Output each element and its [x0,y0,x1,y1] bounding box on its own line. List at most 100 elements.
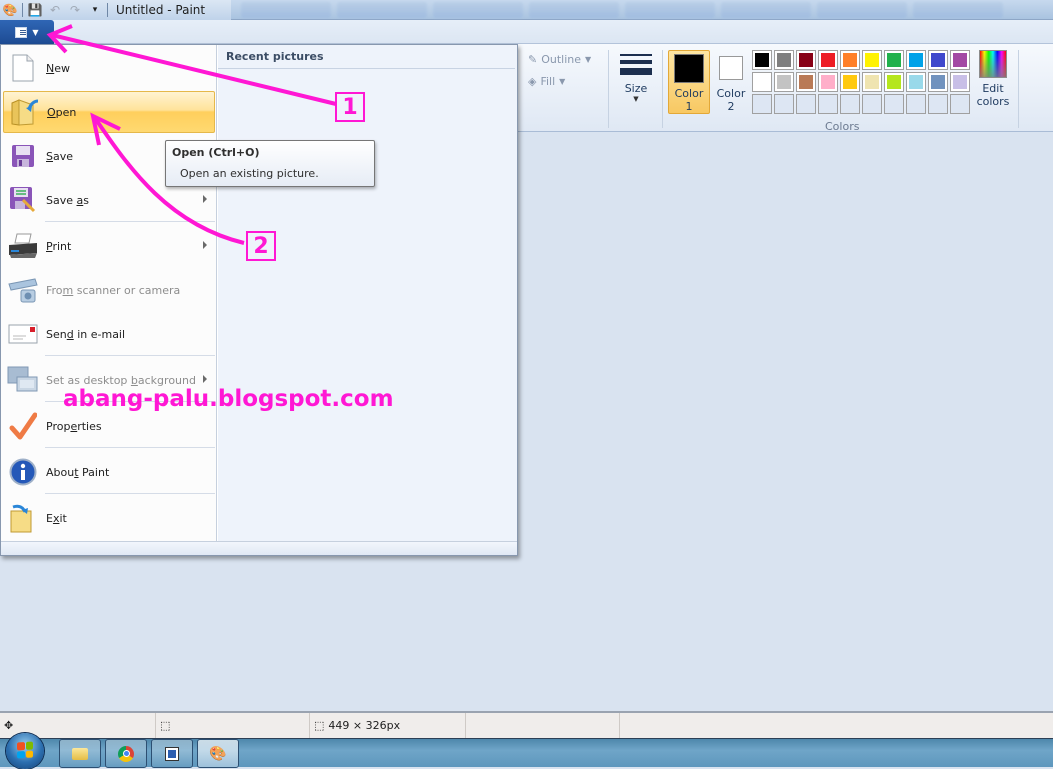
palette-empty-slot[interactable] [950,94,970,114]
swatch-color [931,53,945,67]
menu-item-send-in-e-mail[interactable]: Send in e-mail [3,313,215,355]
palette-swatch[interactable] [928,50,948,70]
palette-empty-slot[interactable] [906,94,926,114]
annotation-step-2: 2 [246,231,276,261]
palette-swatch[interactable] [774,50,794,70]
color1-swatch [674,54,704,83]
colors-group-label: Colors [825,120,860,133]
new-document-icon [7,52,39,84]
save-icon[interactable]: 💾 [27,2,43,18]
menu-separator [45,355,215,356]
paint-menu-button[interactable]: ▼ [0,20,54,44]
paint-app-icon[interactable]: 🎨 [2,2,18,18]
annotation-step-1: 1 [335,92,365,122]
customize-qat-icon[interactable]: ▾ [87,2,103,18]
menu-item-exit[interactable]: Exit [3,497,215,539]
palette-swatch[interactable] [884,72,904,92]
palette-swatch[interactable] [752,72,772,92]
menu-item-from-scanner-or-camera[interactable]: From scanner or camera [3,269,215,311]
size-button[interactable]: Size ▼ [614,48,658,130]
menu-separator [45,221,215,222]
watermark-text: abang-palu.blogspot.com [63,386,394,412]
status-bar: ✥ ⬚ ⬚ 449 × 326px [0,711,1053,738]
selection-size-cell: ⬚ [156,713,310,738]
blurred-tab [241,1,332,18]
palette-swatch[interactable] [818,72,838,92]
tooltip-title: Open (Ctrl+O) [172,146,260,159]
qat-separator [22,2,23,17]
swatch-color [887,75,901,89]
palette-swatch[interactable] [906,50,926,70]
menu-item-about-paint[interactable]: About Paint [3,451,215,493]
palette-swatch[interactable] [840,50,860,70]
taskbar-google-chrome[interactable] [105,739,147,768]
swatch-color [799,53,813,67]
palette-empty-slot[interactable] [862,94,882,114]
chevron-down-icon: ▼ [585,54,592,64]
menu-item-label: Exit [46,511,67,525]
tooltip-description: Open an existing picture. [180,167,319,180]
background-browser-tabs [231,0,1053,20]
taskbar-windows-explorer[interactable] [59,739,101,768]
printer-icon [7,230,39,262]
edit-colors-button[interactable]: Edit colors [975,50,1011,108]
recent-pictures-pane: Recent pictures [218,45,517,541]
paint-menu-icon [15,26,28,38]
palette-swatch[interactable] [818,50,838,70]
chevron-down-icon: ▼ [32,27,39,37]
menu-item-open[interactable]: Open [3,91,215,133]
outline-button[interactable]: ✎ Outline ▼ [528,48,608,70]
color1-number: 1 [685,100,693,113]
palette-empty-slot[interactable] [818,94,838,114]
chevron-down-icon: ▼ [633,95,639,103]
start-button[interactable] [6,733,44,769]
palette-swatch[interactable] [950,72,970,92]
palette-swatch[interactable] [862,72,882,92]
palette-swatch[interactable] [906,72,926,92]
chrome-icon [118,745,134,762]
email-icon [7,318,39,350]
color1-button[interactable]: Color 1 [668,50,710,114]
palette-empty-slot[interactable] [884,94,904,114]
recent-pictures-header: Recent pictures [218,45,515,69]
palette-empty-slot[interactable] [774,94,794,114]
menu-item-label: Open [47,105,77,119]
palette-swatch[interactable] [950,50,970,70]
palette-empty-slot[interactable] [840,94,860,114]
menu-item-label: Save as [46,193,89,207]
swatch-color [865,53,879,67]
properties-check-icon [7,410,39,442]
palette-swatch[interactable] [840,72,860,92]
ribbon-separator [662,50,663,128]
paint-application-menu: New Open Save Save as Print From scanner or c… [0,44,518,556]
menu-commands: New Open Save Save as Print From scanner or c… [1,45,217,541]
palette-empty-slot[interactable] [928,94,948,114]
palette-swatch[interactable] [884,50,904,70]
palette-swatch[interactable] [796,50,816,70]
canvas-size-value: 449 × 326px [328,719,401,732]
taskbar-image-editor[interactable] [151,739,193,768]
windows-logo-icon [17,741,33,759]
color2-button[interactable]: Color 2 [710,50,752,114]
redo-icon[interactable]: ↷ [67,2,83,18]
about-info-icon [7,456,39,488]
menu-separator [45,493,215,494]
menu-item-new[interactable]: New [3,47,215,89]
palette-empty-slot[interactable] [796,94,816,114]
menu-item-print[interactable]: Print [3,225,215,267]
fill-label: Fill [540,74,556,88]
undo-icon[interactable]: ↶ [47,2,63,18]
palette-swatch[interactable] [862,50,882,70]
fill-button[interactable]: ◈ Fill ▼ [528,70,608,92]
menu-item-label: New [46,61,70,75]
palette-swatch[interactable] [928,72,948,92]
menu-item-label: About Paint [46,465,110,479]
taskbar-paint[interactable]: 🎨 [197,739,239,768]
submenu-arrow-icon [203,195,207,203]
palette-swatch[interactable] [774,72,794,92]
palette-swatch[interactable] [752,50,772,70]
chevron-down-icon: ▼ [559,76,566,86]
palette-empty-slot[interactable] [752,94,772,114]
palette-swatch[interactable] [796,72,816,92]
swatch-color [821,75,835,89]
